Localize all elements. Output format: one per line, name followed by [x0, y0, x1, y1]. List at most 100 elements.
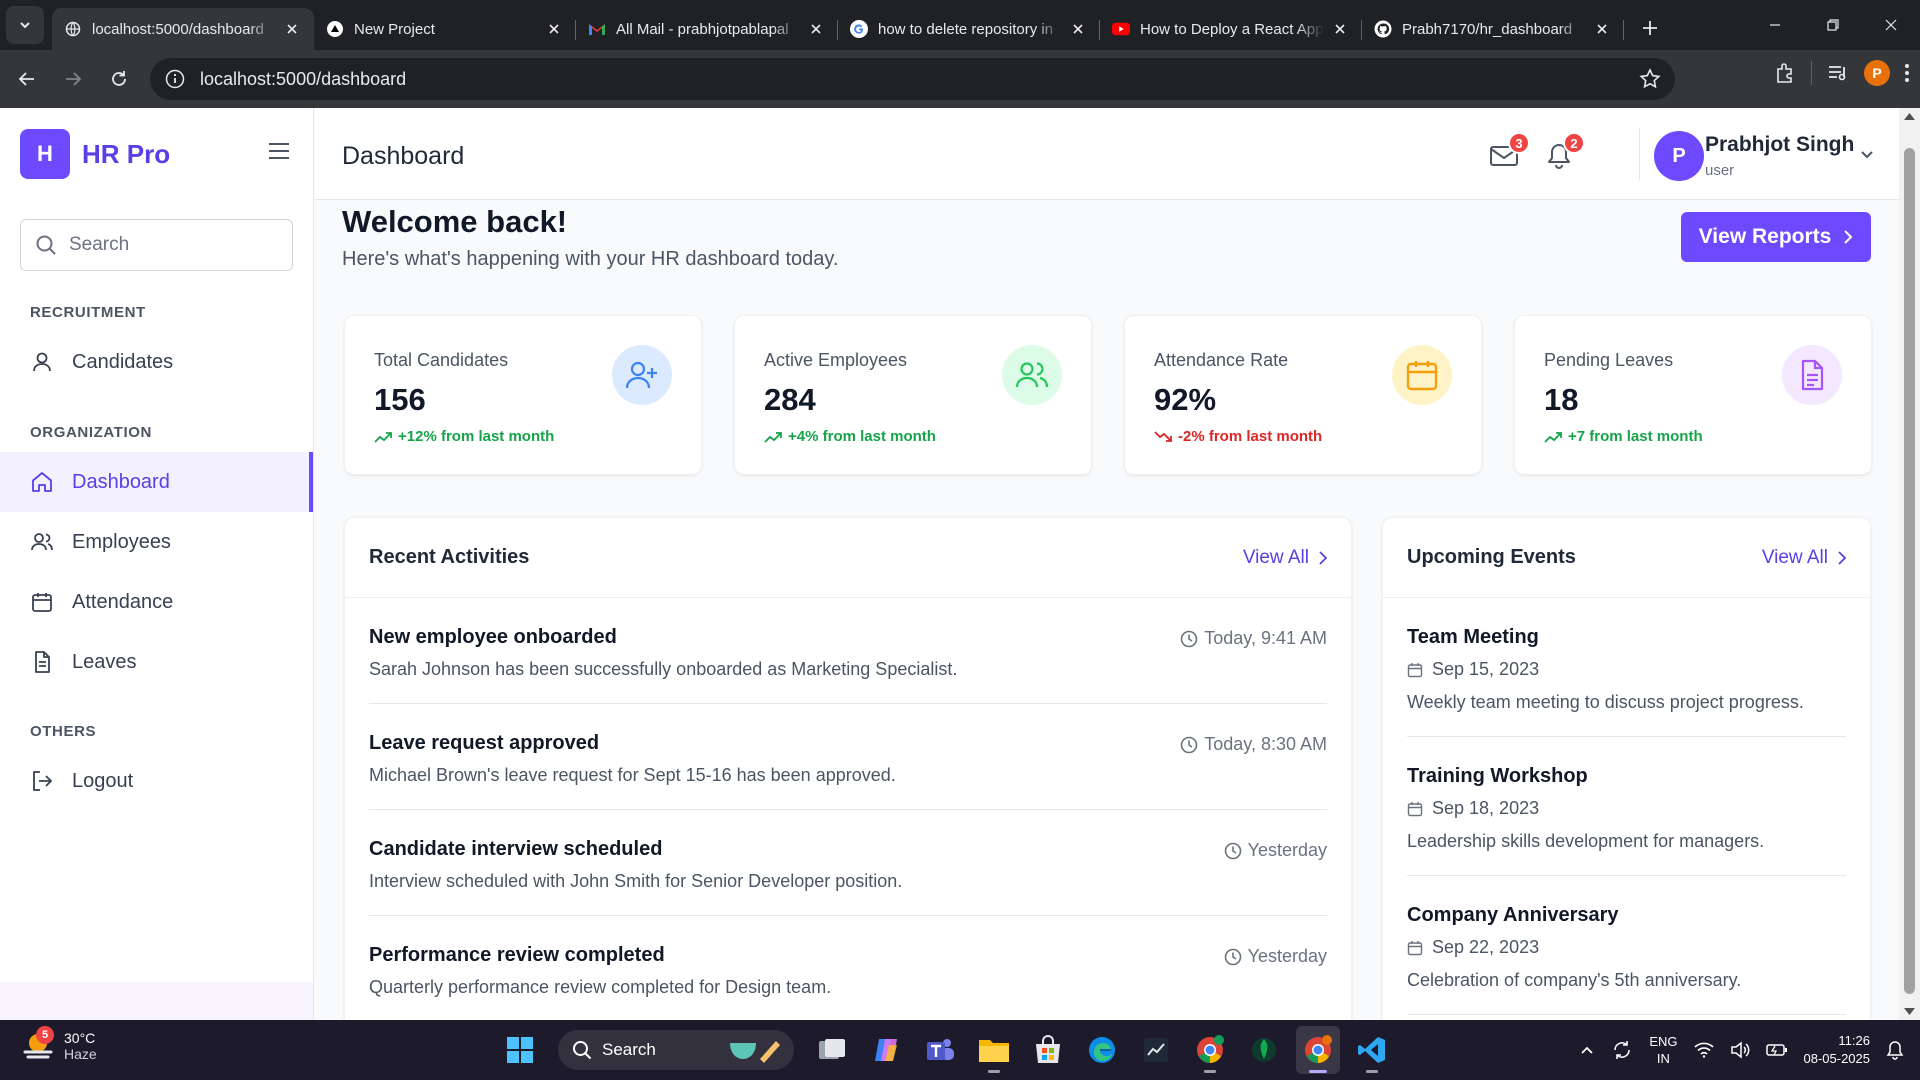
- scroll-down-icon[interactable]: [1904, 1008, 1915, 1016]
- start-button[interactable]: [498, 1026, 542, 1074]
- close-tab-icon[interactable]: [1592, 19, 1612, 39]
- address-bar[interactable]: localhost:5000/dashboard: [150, 58, 1675, 100]
- new-tab-button[interactable]: [1632, 10, 1668, 46]
- scroll-up-icon[interactable]: [1904, 112, 1915, 120]
- sidebar-item-leaves[interactable]: Leaves: [0, 632, 313, 692]
- taskbar-search[interactable]: Search: [558, 1030, 794, 1070]
- language-indicator[interactable]: ENG IN: [1649, 1033, 1677, 1067]
- task-view-button[interactable]: [810, 1026, 854, 1074]
- mongodb-icon: [1252, 1038, 1276, 1062]
- activity-time-text: Today, 9:41 AM: [1204, 628, 1327, 648]
- chevron-right-icon: [1838, 550, 1846, 565]
- edge-button[interactable]: [1080, 1026, 1124, 1074]
- browser-tab[interactable]: how to delete repository in: [838, 8, 1100, 50]
- browser-tab[interactable]: All Mail - prabhjotpablapal: [576, 8, 838, 50]
- search-highlight-icon: [730, 1041, 780, 1063]
- extensions-icon[interactable]: [1773, 61, 1797, 85]
- close-tab-icon[interactable]: [806, 19, 826, 39]
- event-item[interactable]: Team Meeting Sep 15, 2023 Weekly team me…: [1407, 598, 1846, 737]
- user-menu-toggle[interactable]: [1859, 146, 1875, 162]
- browser-tab[interactable]: localhost:5000/dashboard: [52, 8, 314, 50]
- event-item[interactable]: Training Workshop Sep 18, 2023 Leadershi…: [1407, 737, 1846, 876]
- event-date: Sep 15, 2023: [1407, 659, 1539, 680]
- browser-tab[interactable]: Prabh7170/hr_dashboard: [1362, 8, 1624, 50]
- weather-condition: Haze: [64, 1046, 97, 1062]
- page-title: Dashboard: [342, 142, 465, 170]
- close-window-button[interactable]: [1862, 0, 1920, 50]
- restore-button[interactable]: [1804, 0, 1862, 50]
- vscode-icon: [1358, 1037, 1385, 1063]
- sidebar-item-label: Logout: [72, 769, 134, 792]
- close-icon: [1885, 19, 1897, 31]
- browser-tab[interactable]: How to Deploy a React App: [1100, 8, 1362, 50]
- site-info-icon[interactable]: [164, 68, 186, 90]
- sidebar-item-dashboard[interactable]: Dashboard: [0, 452, 313, 512]
- weather-haze-icon: 5: [20, 1026, 56, 1064]
- event-item[interactable]: Company Anniversary Sep 22, 2023 Celebra…: [1407, 876, 1846, 1015]
- copilot-button[interactable]: [864, 1026, 908, 1074]
- browser-profile-avatar[interactable]: P: [1864, 60, 1890, 86]
- forward-button[interactable]: [54, 60, 92, 98]
- taskbar-indicator: [1309, 1070, 1327, 1073]
- mongodb-compass-button[interactable]: [1242, 1026, 1286, 1074]
- search-icon: [573, 1041, 592, 1060]
- view-all-activities-link[interactable]: View All: [1243, 547, 1327, 569]
- plus-icon: [1643, 21, 1657, 35]
- teams-button[interactable]: [918, 1026, 962, 1074]
- view-all-events-link[interactable]: View All: [1762, 547, 1846, 569]
- messages-button[interactable]: 3: [1486, 132, 1530, 174]
- reload-button[interactable]: [100, 60, 138, 98]
- file-explorer-button[interactable]: [972, 1026, 1016, 1074]
- activity-desc: Michael Brown's leave request for Sept 1…: [369, 765, 896, 785]
- volume-icon[interactable]: [1730, 1041, 1750, 1059]
- home-icon: [32, 472, 52, 492]
- stat-card-attendance: Attendance Rate 92% -2% from last month: [1124, 315, 1482, 475]
- notification-bell-icon[interactable]: [1886, 1040, 1904, 1060]
- back-button[interactable]: [8, 60, 46, 98]
- event-desc: Celebration of company's 5th anniversary…: [1407, 970, 1742, 990]
- scrollbar-thumb[interactable]: [1904, 148, 1915, 994]
- system-clock[interactable]: 11:26 08-05-2025: [1804, 1032, 1871, 1068]
- wifi-icon[interactable]: [1693, 1042, 1714, 1058]
- user-name[interactable]: Prabhjot Singh: [1705, 133, 1854, 157]
- media-controls-icon[interactable]: [1826, 61, 1850, 85]
- chrome-active-button[interactable]: [1296, 1026, 1340, 1074]
- panel-header: Upcoming Events View All: [1383, 518, 1870, 598]
- activity-item[interactable]: Performance review completed Quarterly p…: [369, 916, 1327, 1020]
- mail-badge: 3: [1508, 132, 1530, 154]
- chrome-profile-button[interactable]: [1188, 1026, 1232, 1074]
- sidebar-item-attendance[interactable]: Attendance: [0, 572, 313, 632]
- vscode-button[interactable]: [1350, 1026, 1394, 1074]
- sidebar-search-input[interactable]: Search: [20, 219, 293, 271]
- stock-edge-button[interactable]: [1134, 1026, 1178, 1074]
- close-tab-icon[interactable]: [1068, 19, 1088, 39]
- battery-icon[interactable]: [1765, 1043, 1788, 1057]
- minimize-button[interactable]: [1746, 0, 1804, 50]
- sidebar-item-logout[interactable]: Logout: [0, 751, 313, 811]
- notifications-button[interactable]: 2: [1541, 132, 1585, 174]
- activity-item[interactable]: Candidate interview scheduled Interview …: [369, 810, 1327, 916]
- sync-icon[interactable]: [1611, 1039, 1633, 1061]
- weather-widget[interactable]: 5 30°C Haze: [20, 1026, 97, 1064]
- menu-toggle-button[interactable]: [268, 142, 290, 160]
- page-scrollbar[interactable]: [1899, 108, 1920, 1020]
- tab-search-button[interactable]: [6, 6, 44, 44]
- activity-item[interactable]: New employee onboarded Sarah Johnson has…: [369, 598, 1327, 704]
- brand[interactable]: H HR Pro: [20, 129, 170, 179]
- close-tab-icon[interactable]: [1330, 19, 1350, 39]
- sidebar-item-candidates[interactable]: Candidates: [0, 332, 313, 392]
- more-menu-icon[interactable]: [1904, 62, 1910, 84]
- avatar[interactable]: P: [1654, 131, 1704, 181]
- browser-tab[interactable]: New Project: [314, 8, 576, 50]
- view-reports-button[interactable]: View Reports: [1681, 212, 1871, 262]
- bookmark-star-icon[interactable]: [1639, 68, 1661, 90]
- vercel-icon: [326, 20, 344, 38]
- close-tab-icon[interactable]: [282, 19, 302, 39]
- activity-time: Yesterday: [1224, 840, 1327, 861]
- activity-title: Leave request approved: [369, 732, 600, 754]
- activity-item[interactable]: Leave request approved Michael Brown's l…: [369, 704, 1327, 810]
- close-tab-icon[interactable]: [544, 19, 564, 39]
- sidebar-item-employees[interactable]: Employees: [0, 512, 313, 572]
- chevron-up-icon[interactable]: [1579, 1042, 1595, 1058]
- store-button[interactable]: [1026, 1026, 1070, 1074]
